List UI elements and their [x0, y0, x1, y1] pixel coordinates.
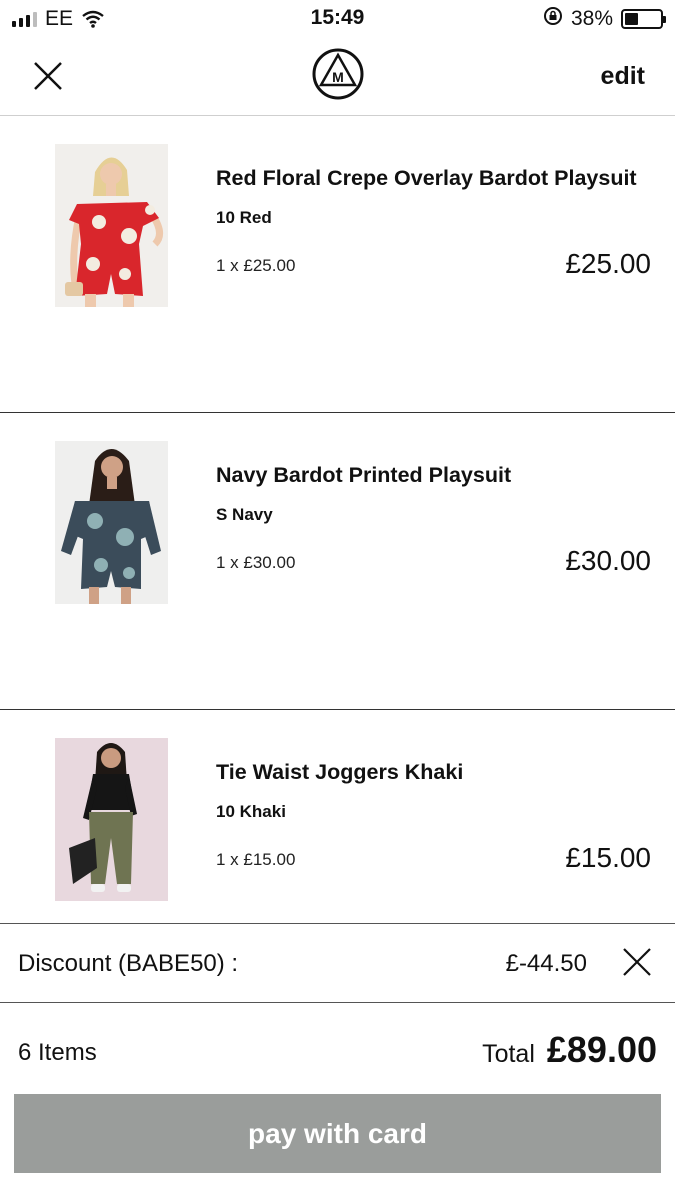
total: Total £89.00 [482, 1029, 657, 1071]
svg-text:M: M [332, 69, 344, 85]
quantity-price: 1 x £25.00 [216, 256, 296, 275]
product-variant: 10 Khaki [216, 802, 286, 821]
rotation-lock-icon [543, 6, 563, 32]
status-bar: EE 15:49 38% [0, 0, 675, 38]
discount-value: £-44.50 [505, 950, 587, 977]
nav-bar: M edit [0, 38, 675, 116]
status-right: 38% [543, 6, 666, 32]
line-price: £30.00 [565, 545, 651, 576]
product-image[interactable] [55, 144, 168, 307]
total-label: Total [482, 1040, 535, 1068]
brand-logo: M [312, 48, 364, 100]
product-name[interactable]: Tie Waist Joggers Khaki [216, 760, 463, 785]
cart-item[interactable]: Red Floral Crepe Overlay Bardot Playsuit… [0, 116, 675, 413]
product-variant: 10 Red [216, 208, 272, 227]
battery-percent: 38% [570, 7, 613, 30]
product-image[interactable] [55, 441, 168, 604]
total-amount: £89.00 [546, 1029, 657, 1070]
product-name[interactable]: Red Floral Crepe Overlay Bardot Playsuit [216, 166, 637, 191]
items-count: 6 Items [18, 1039, 97, 1066]
discount-row: Discount (BABE50) : £-44.50 [0, 923, 675, 1003]
product-name[interactable]: Navy Bardot Printed Playsuit [216, 463, 511, 488]
product-image[interactable] [55, 738, 168, 901]
battery-fill [625, 13, 638, 25]
close-icon[interactable] [28, 56, 68, 96]
edit-button[interactable]: edit [601, 62, 645, 91]
cart-item[interactable]: Navy Bardot Printed Playsuit S Navy 1 x … [0, 413, 675, 710]
line-price: £15.00 [565, 842, 651, 873]
discount-label: Discount (BABE50) : [18, 950, 239, 977]
battery-icon [621, 9, 666, 29]
order-summary: 6 Items Total £89.00 [0, 1003, 675, 1093]
remove-discount-icon[interactable] [621, 946, 653, 978]
pay-with-card-button[interactable]: pay with card [14, 1094, 661, 1173]
quantity-price: 1 x £30.00 [216, 553, 296, 572]
line-price: £25.00 [565, 248, 651, 279]
product-variant: S Navy [216, 505, 273, 524]
quantity-price: 1 x £15.00 [216, 850, 296, 869]
